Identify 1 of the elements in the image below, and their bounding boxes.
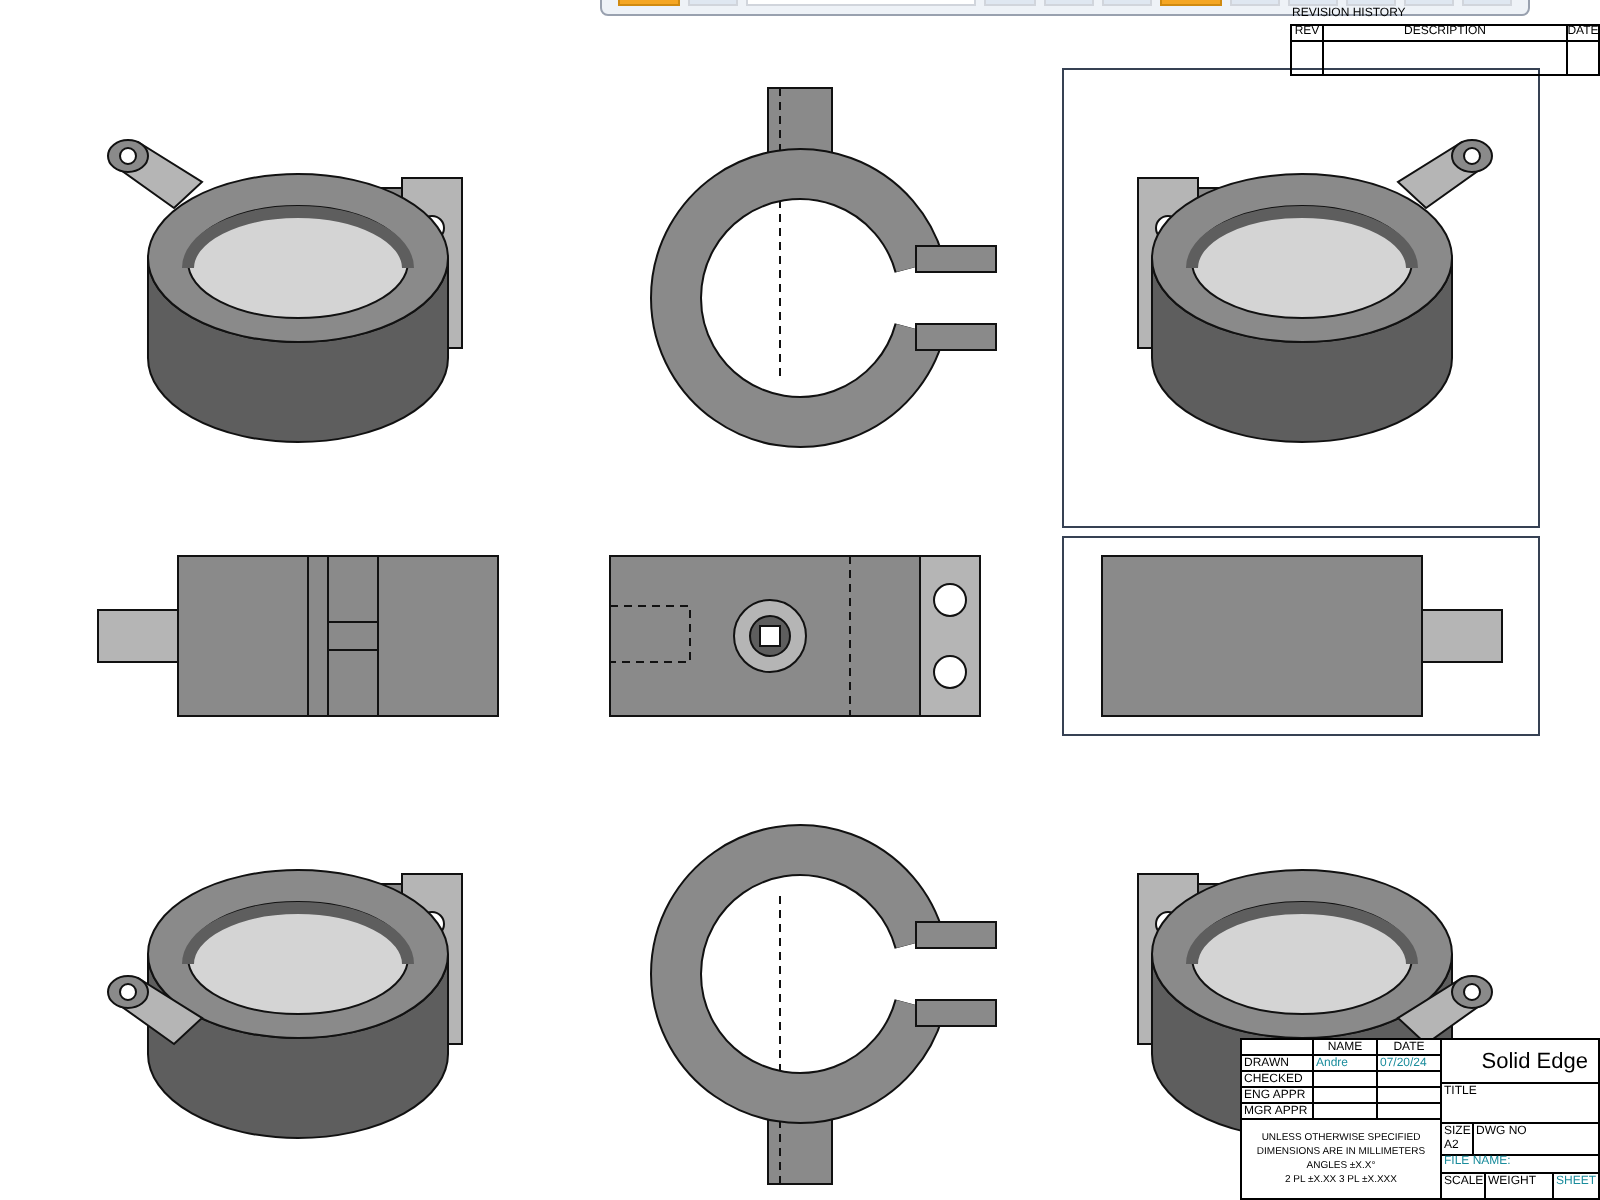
- brand-name: Solid Edge: [1479, 1049, 1590, 1073]
